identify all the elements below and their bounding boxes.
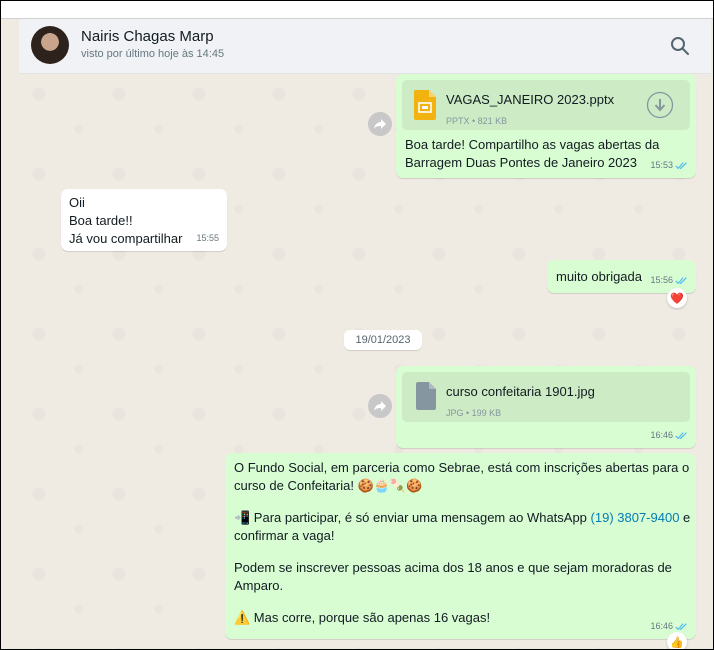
double-check-icon (675, 276, 687, 284)
message-bubble-incoming[interactable]: Oii Boa tarde!! Já vou compartilhar 15:5… (61, 189, 227, 251)
timestamp: 15:53 (650, 160, 673, 170)
message-time: 16:46 (650, 617, 688, 635)
message-paragraph: Podem se inscrever pessoas acima dos 18 … (234, 560, 672, 593)
pptx-file-icon (414, 90, 436, 120)
contact-name[interactable]: Nairis Chagas Marp (81, 28, 214, 45)
chat-area[interactable]: VAGAS_JANEIRO 2023.pptx PPTX • 821 KB Bo… (19, 74, 711, 649)
message-time: 15:53 (650, 156, 688, 174)
double-check-icon (675, 161, 687, 169)
reaction-emoji: 👍 (670, 636, 684, 649)
message-text: Oii Boa tarde!! Já vou compartilhar (69, 195, 183, 246)
timestamp: 16:46 (650, 621, 673, 631)
forward-icon (374, 119, 386, 129)
generic-file-icon (416, 382, 436, 410)
download-button[interactable] (646, 91, 674, 119)
reaction-emoji: ❤️ (670, 292, 684, 305)
message-text: muito obrigada (556, 269, 642, 284)
download-icon (646, 91, 674, 119)
double-check-icon (675, 431, 687, 439)
message-text: Boa tarde! Compartilho as vagas abertas … (405, 137, 660, 170)
message-bubble-outgoing[interactable]: VAGAS_JANEIRO 2023.pptx PPTX • 821 KB Bo… (396, 74, 696, 178)
contact-avatar[interactable] (31, 26, 69, 64)
message-paragraph: O Fundo Social, em parceria como Sebrae,… (234, 460, 690, 493)
chat-header[interactable]: Nairis Chagas Marp visto por último hoje… (19, 19, 711, 74)
double-check-icon (675, 622, 687, 630)
phone-number-link[interactable]: (19) 3807-9400 (591, 510, 680, 525)
timestamp: 15:55 (196, 233, 219, 243)
file-attachment[interactable]: VAGAS_JANEIRO 2023.pptx PPTX • 821 KB (402, 80, 690, 130)
timestamp: 16:46 (650, 430, 673, 440)
message-text-segment: 📲 Para participar, é só enviar uma mensa… (234, 510, 591, 525)
search-button[interactable] (669, 35, 691, 57)
search-icon (671, 37, 689, 55)
file-name: VAGAS_JANEIRO 2023.pptx (446, 92, 615, 107)
message-time: 15:56 (650, 271, 688, 289)
timestamp: 15:56 (650, 275, 673, 285)
message-bubble-outgoing[interactable]: curso confeitaria 1901.jpg JPG • 199 KB … (396, 366, 696, 448)
forward-icon (374, 401, 386, 411)
file-meta: JPG • 199 KB (446, 408, 502, 418)
top-strip (1, 1, 713, 19)
file-attachment[interactable]: curso confeitaria 1901.jpg JPG • 199 KB (402, 372, 690, 422)
last-seen-status: visto por último hoje às 14:45 (81, 48, 225, 60)
message-time: 15:55 (196, 229, 219, 247)
message-paragraph: ⚠️ Mas corre, porque são apenas 16 vagas… (234, 610, 491, 625)
forward-button[interactable] (368, 112, 392, 136)
file-name: curso confeitaria 1901.jpg (446, 384, 595, 399)
reaction-thumbs-up-badge[interactable]: 👍 (667, 632, 687, 649)
date-separator: 19/01/2023 (344, 330, 422, 350)
whatsapp-window: Nairis Chagas Marp visto por último hoje… (0, 0, 714, 650)
forward-button[interactable] (368, 394, 392, 418)
message-paragraph: 📲 Para participar, é só enviar uma mensa… (234, 509, 690, 545)
message-time: 16:46 (650, 426, 688, 444)
file-meta: PPTX • 821 KB (446, 116, 508, 126)
reaction-heart-badge[interactable]: ❤️ (667, 288, 687, 308)
message-bubble-outgoing[interactable]: O Fundo Social, em parceria como Sebrae,… (225, 453, 696, 639)
